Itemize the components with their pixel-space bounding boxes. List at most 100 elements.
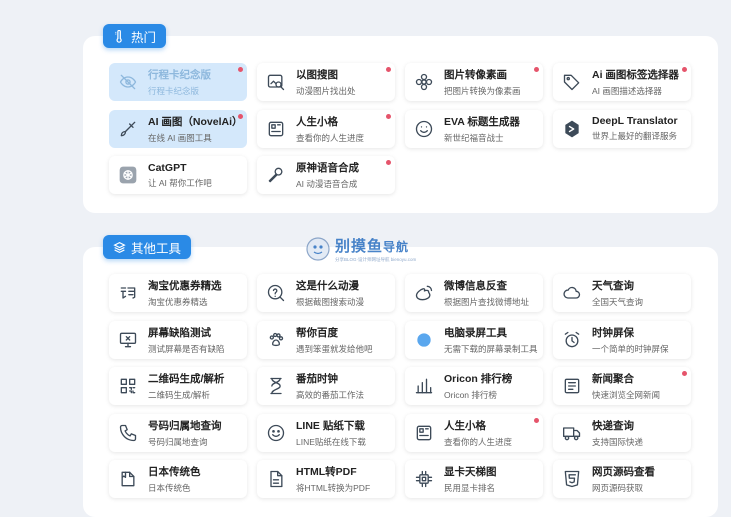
other-item-6[interactable]: 电脑录屏工具 无需下载的屏幕录制工具 xyxy=(405,320,543,359)
hot-item-5[interactable]: 人生小格 查看你的人生进度 xyxy=(257,109,395,148)
alarm-icon xyxy=(560,328,584,352)
item-title: DeepL Translator xyxy=(592,115,678,127)
hot-item-4[interactable]: AI 画图（NovelAi） 在线 AI 画图工具 xyxy=(109,109,247,148)
other-item-7[interactable]: 时钟屏保一个简单的时钟屏保 xyxy=(553,320,691,359)
hot-item-9[interactable]: 原神语音合成 AI 动漫语音合成 xyxy=(257,156,395,194)
item-title: Ai 画图标签选择器 xyxy=(592,69,679,81)
other-item-14[interactable]: 人生小格 查看你的人生进度 xyxy=(405,413,543,452)
other-item-10[interactable]: Oricon 排行榜 Oricon 排行榜 xyxy=(405,367,543,405)
palette-book-icon xyxy=(116,467,140,491)
other-tools-label: 其他工具 xyxy=(131,241,182,256)
item-description: 行程卡纪念版 xyxy=(148,86,200,96)
item-description: 日本传统色 xyxy=(148,483,191,493)
hot-item-8[interactable]: CatGPT 让 AI 帮你工作吧 xyxy=(109,156,247,194)
item-description: 二维码生成/解析 xyxy=(148,390,210,400)
other-item-19[interactable]: 网页源码查看 网页源码获取 xyxy=(553,460,691,498)
watermark-small: 分享BLOG·设计师网址导航 bienoyu.com xyxy=(335,257,417,262)
grid-box-icon xyxy=(412,421,436,445)
item-description: 世界上最好的翻译服务 xyxy=(592,131,678,141)
other-item-2[interactable]: 微博信息反查 根据图片查找微博地址 xyxy=(405,274,543,312)
item-title: CatGPT xyxy=(148,161,187,174)
other-item-18[interactable]: 显卡天梯图民用显卡排名 xyxy=(405,460,543,498)
item-title: EVA 标题生成器 xyxy=(444,115,520,128)
new-indicator-dot xyxy=(534,67,539,72)
item-description: 民用显卡排名 xyxy=(444,483,496,493)
item-description: 动漫图片找出处 xyxy=(296,86,356,96)
microphone-icon xyxy=(264,163,288,187)
item-description: 号码归属地查询 xyxy=(148,436,208,447)
item-description: 一个简单的时钟屏保 xyxy=(592,343,669,354)
new-indicator-dot xyxy=(534,417,539,423)
item-description: 根据截图搜索动漫 xyxy=(296,297,365,307)
item-title: 原神语音合成 xyxy=(296,162,359,174)
hot-item-0[interactable]: 行程卡纪念版 行程卡纪念版 xyxy=(109,63,247,101)
other-item-5[interactable]: 帮你百度 遇到笨蛋就发给他吧 xyxy=(257,320,395,359)
hot-item-3[interactable]: Ai 画图标签选择器 AI 画图描述选择器 xyxy=(553,63,691,101)
item-title: 显卡天梯图 xyxy=(444,466,497,478)
hot-item-7[interactable]: DeepL Translator 世界上最好的翻译服务 xyxy=(553,109,691,148)
smile-icon xyxy=(412,117,436,141)
hot-item-6[interactable]: EVA 标题生成器 新世纪福音战士 xyxy=(405,109,543,148)
file-icon xyxy=(264,467,288,491)
other-item-9[interactable]: 番茄时钟 高效的番茄工作法 xyxy=(257,367,395,405)
brush-icon xyxy=(116,117,140,141)
record-icon xyxy=(412,328,436,352)
taobao-icon xyxy=(116,281,140,305)
deepl-icon xyxy=(560,117,584,141)
item-description: 高效的番茄工作法 xyxy=(296,390,365,400)
emoji-icon xyxy=(264,421,288,445)
item-title: 行程卡纪念版 xyxy=(148,69,211,81)
watermark: 别摸鱼导航 分享BLOG·设计师网址导航 bienoyu.com xyxy=(305,235,423,263)
hot-item-1[interactable]: 以图搜图动漫图片找出处 xyxy=(257,63,395,101)
item-description: 全国天气查询 xyxy=(592,297,644,307)
new-indicator-dot xyxy=(682,371,687,376)
weibo-icon xyxy=(412,281,436,305)
new-indicator-dot xyxy=(238,113,243,119)
eye-off-icon xyxy=(116,70,140,94)
monitor-x-icon xyxy=(116,328,140,352)
item-description: LINE贴纸在线下载 xyxy=(296,436,366,447)
item-title: 淘宝优惠券精选 xyxy=(148,280,222,292)
item-title: 微博信息反查 xyxy=(444,280,507,292)
hot-item-2[interactable]: 图片转像素画把图片转换为像素画 xyxy=(405,63,543,101)
other-item-0[interactable]: 淘宝优惠券精选 淘宝优惠券精选 xyxy=(109,274,247,312)
hot-section: 热门 行程卡纪念版 行程卡纪念版 以图搜图 动漫图片找出处 图片转像素画 把图片转换为像素… xyxy=(83,24,718,213)
new-indicator-dot xyxy=(386,160,391,165)
other-item-17[interactable]: HTML转PDF 将HTML转换为PDF xyxy=(257,460,395,498)
new-indicator-dot xyxy=(682,67,687,72)
other-item-16[interactable]: 日本传统色 日本传统色 xyxy=(109,460,247,498)
item-description: 快速浏览全网新闻 xyxy=(592,390,661,400)
truck-icon xyxy=(560,421,584,445)
other-item-11[interactable]: 新闻聚合快速浏览全网新闻 xyxy=(553,367,691,405)
watermark-sub: 导航 xyxy=(383,240,410,254)
item-title: 时钟屏保 xyxy=(592,326,634,339)
cloud-icon xyxy=(560,281,584,305)
other-item-13[interactable]: LINE 贴纸下载 LINE贴纸在线下载 xyxy=(257,413,395,452)
item-title: 新闻聚合 xyxy=(592,373,634,385)
other-item-1[interactable]: 这是什么动漫 根据截图搜索动漫 xyxy=(257,274,395,312)
item-title: 日本传统色 xyxy=(148,466,201,478)
item-description: 在线 AI 画图工具 xyxy=(148,132,212,143)
other-item-15[interactable]: 快递查询 支持国际快递 xyxy=(553,413,691,452)
item-title: 电脑录屏工具 xyxy=(444,326,507,339)
other-item-3[interactable]: 天气查询 全国天气查询 xyxy=(553,274,691,312)
hot-section-label: 热门 xyxy=(131,30,157,45)
other-item-12[interactable]: 号码归属地查询 号码归属地查询 xyxy=(109,413,247,452)
other-item-8[interactable]: 二维码生成/解析 二维码生成/解析 xyxy=(109,367,247,405)
qrcode-icon xyxy=(116,374,140,398)
item-title: 人生小格 xyxy=(296,115,338,128)
item-description: 新世纪福音战士 xyxy=(444,132,504,143)
item-title: 这是什么动漫 xyxy=(296,280,359,292)
chip-icon xyxy=(412,467,436,491)
item-description: AI 动漫语音合成 xyxy=(296,179,358,189)
phone-icon xyxy=(116,421,140,445)
item-description: 把图片转换为像素画 xyxy=(444,86,521,96)
other-item-4[interactable]: 屏幕缺陷测试 测试屏幕是否有缺陷 xyxy=(109,320,247,359)
item-title: 图片转像素画 xyxy=(444,69,507,81)
new-indicator-dot xyxy=(386,113,391,119)
thermometer-icon xyxy=(115,29,122,43)
item-title: 以图搜图 xyxy=(296,69,338,81)
item-description: 网页源码获取 xyxy=(592,483,644,493)
item-description: 让 AI 帮你工作吧 xyxy=(148,177,212,188)
item-title: 号码归属地查询 xyxy=(148,419,222,432)
